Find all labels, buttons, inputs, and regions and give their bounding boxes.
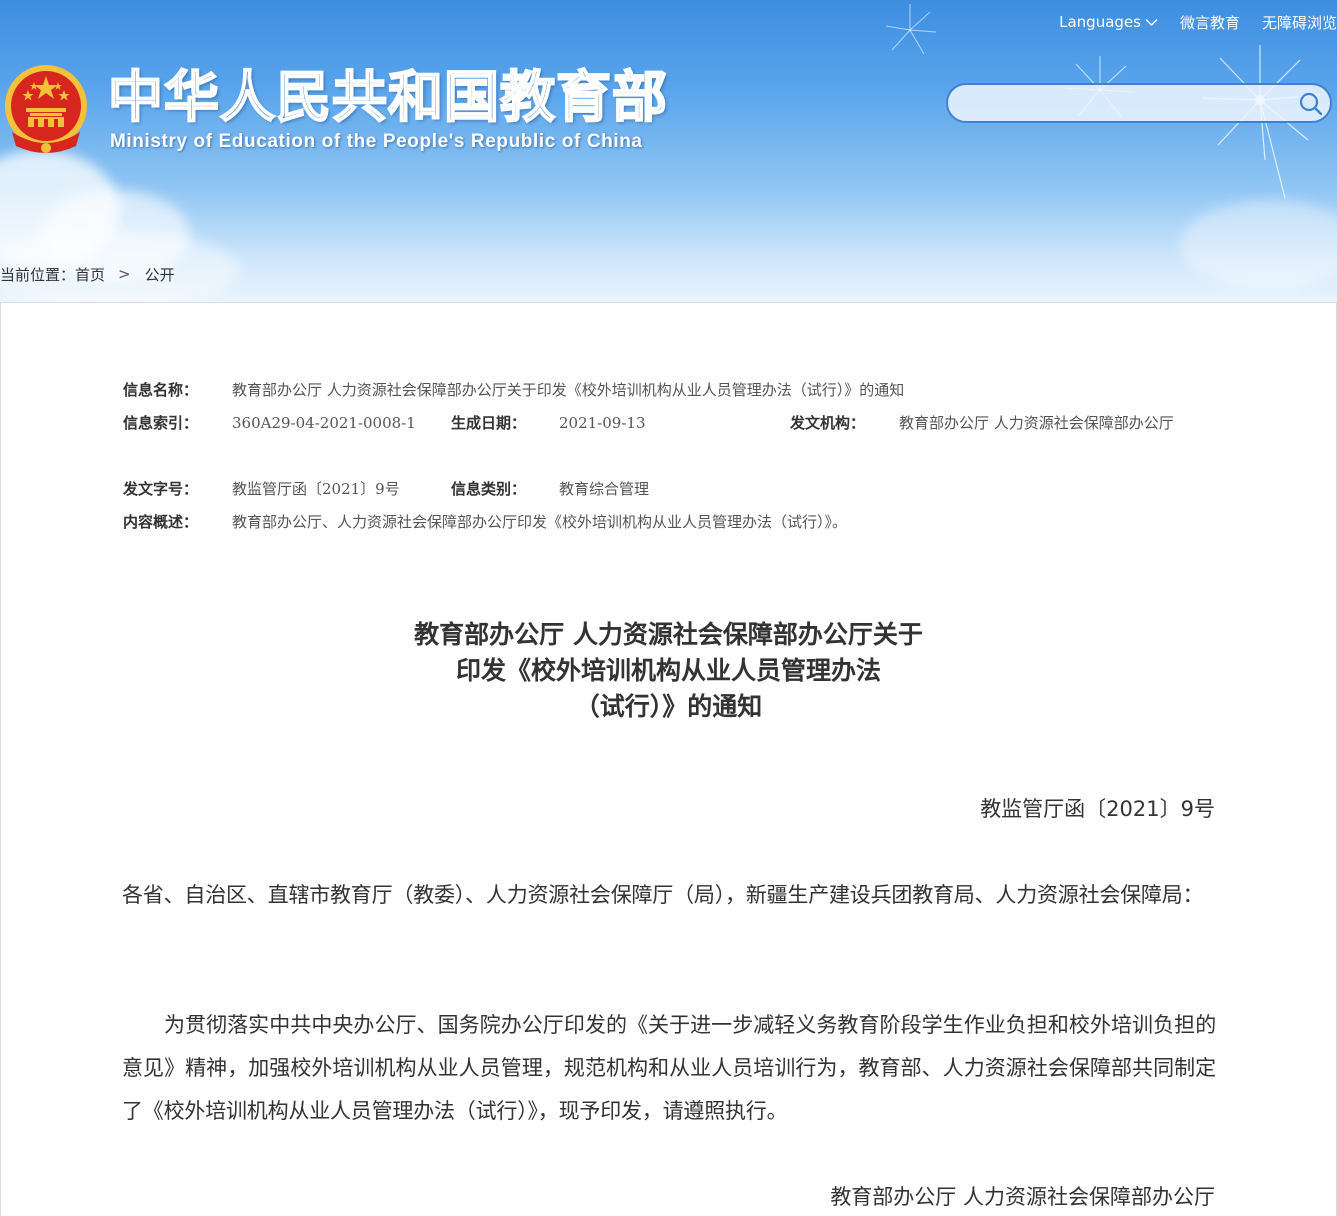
weiyan-education-link[interactable]: 微言教育 (1180, 12, 1240, 33)
issuer-label: 发文机构： (790, 414, 866, 432)
search-button[interactable] (1298, 91, 1324, 117)
summary-value: 教育部办公厅、人力资源社会保障部办公厅印发《校外培训机构从业人员管理办法（试行）… (232, 513, 848, 531)
languages-link[interactable]: Languages (1059, 13, 1158, 31)
breadcrumb-home-link[interactable]: 首页 (75, 264, 105, 285)
category-value: 教育综合管理 (559, 480, 650, 498)
summary-label: 内容概述： (123, 513, 199, 531)
cloud-decoration (1180, 200, 1337, 290)
site-subtitle: Ministry of Education of the People's Re… (110, 131, 643, 152)
article-title-line: 教育部办公厅 人力资源社会保障部办公厅关于 (414, 620, 923, 649)
accessibility-link[interactable]: 无障碍浏览 (1262, 12, 1337, 33)
breadcrumb-separator: > (118, 265, 131, 283)
top-links: Languages 微言教育 无障碍浏览 (1059, 10, 1337, 34)
article-title-line: 印发《校外培训机构从业人员管理办法 (455, 656, 881, 685)
site-header: 中华人民共和国教育部 Ministry of Education of the … (0, 0, 1337, 302)
article-title: 教育部办公厅 人力资源社会保障部办公厅关于 印发《校外培训机构从业人员管理办法 … (0, 617, 1337, 725)
page: 中华人民共和国教育部 Ministry of Education of the … (0, 0, 1337, 1216)
meta-row-index: 信息索引： 360A29-04-2021-0008-1 生成日期： 2021-0… (123, 407, 1223, 473)
search-icon (1299, 92, 1323, 116)
meta-row-summary: 内容概述： 教育部办公厅、人力资源社会保障部办公厅印发《校外培训机构从业人员管理… (123, 506, 1223, 539)
breadcrumb-public-link[interactable]: 公开 (145, 264, 175, 285)
article-doc-number: 教监管厅函〔2021〕9号 (980, 797, 1215, 821)
article-signature: 教育部办公厅 人力资源社会保障部办公厅 (830, 1185, 1215, 1209)
search-box (946, 83, 1332, 123)
date-value: 2021-09-13 (559, 414, 646, 432)
site-title: 中华人民共和国教育部 (107, 64, 669, 130)
index-label: 信息索引： (123, 414, 199, 432)
issuer-value: 教育部办公厅 人力资源社会保障部办公厅 (899, 414, 1174, 432)
dandelion-decoration (885, 4, 937, 55)
doc-no-label: 发文字号： (123, 480, 199, 498)
doc-no-value: 教监管厅函〔2021〕9号 (232, 480, 400, 498)
article-title-line: （试行）》的通知 (574, 692, 763, 721)
search-input[interactable] (964, 91, 1288, 117)
chevron-down-icon (1145, 18, 1158, 26)
meta-row-info-name: 信息名称： 教育部办公厅 人力资源社会保障部办公厅关于印发《校外培训机构从业人员… (123, 374, 1223, 407)
category-label: 信息类别： (451, 480, 527, 498)
index-value: 360A29-04-2021-0008-1 (232, 414, 416, 432)
article-body-paragraph: 为贯彻落实中共中央办公厅、国务院办公厅印发的《关于进一步减轻义务教育阶段学生作业… (122, 1013, 1216, 1123)
languages-label: Languages (1059, 13, 1141, 31)
info-metadata: 信息名称： 教育部办公厅 人力资源社会保障部办公厅关于印发《校外培训机构从业人员… (123, 374, 1223, 539)
breadcrumb-prefix: 当前位置： (0, 265, 76, 284)
date-label: 生成日期： (451, 414, 527, 432)
info-name-label: 信息名称： (123, 381, 199, 399)
national-emblem-icon (5, 65, 87, 153)
info-name-value: 教育部办公厅 人力资源社会保障部办公厅关于印发《校外培训机构从业人员管理办法（试… (232, 381, 905, 399)
article-addressee: 各省、自治区、直辖市教育厅（教委）、人力资源社会保障厅（局），新疆生产建设兵团教… (122, 883, 1204, 907)
breadcrumb: 当前位置： 首页 > 公开 (0, 264, 175, 284)
meta-row-doc-no: 发文字号： 教监管厅函〔2021〕9号 信息类别： 教育综合管理 (123, 473, 1223, 506)
